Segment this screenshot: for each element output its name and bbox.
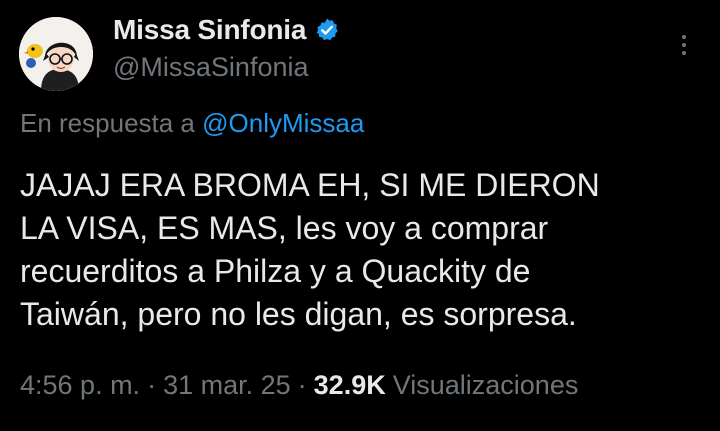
tweet-text-line: recuerditos a Philza y a Quackity de: [20, 253, 531, 289]
tweet-text-line: LA VISA, ES MAS, les voy a comprar: [20, 210, 549, 246]
tweet-text-line: Taiwán, pero no les digan, es sorpresa.: [20, 296, 577, 332]
tweet-time-link[interactable]: 4:56 p. m.: [20, 370, 140, 401]
reply-context: En respuesta a @OnlyMissaa: [20, 108, 364, 139]
more-dot: [682, 35, 686, 39]
tweet-text: JAJAJ ERA BROMA EH, SI ME DIERON LA VISA…: [20, 164, 710, 336]
avatar-image: [19, 17, 93, 91]
more-dot: [682, 51, 686, 55]
meta-separator: ·: [147, 370, 157, 400]
reply-prefix: En respuesta a: [20, 108, 195, 138]
author-name-row[interactable]: Missa Sinfonia: [113, 12, 340, 48]
display-name[interactable]: Missa Sinfonia: [113, 14, 306, 46]
more-options-icon[interactable]: [672, 30, 696, 60]
views-label[interactable]: Visualizaciones: [393, 370, 579, 401]
tweet-date-link[interactable]: 31 mar. 25: [163, 370, 291, 401]
tweet-text-line: JAJAJ ERA BROMA EH, SI ME DIERON: [20, 167, 600, 203]
author-handle[interactable]: @MissaSinfonia: [113, 52, 309, 83]
more-dot: [682, 43, 686, 47]
tweet-detail: Missa Sinfonia @MissaSinfonia En respues…: [0, 0, 720, 431]
reply-mention-link[interactable]: @OnlyMissaa: [202, 108, 364, 138]
views-count[interactable]: 32.9K: [314, 370, 386, 401]
tweet-meta: 4:56 p. m. · 31 mar. 25 · 32.9K Visualiz…: [20, 370, 578, 401]
verified-badge-icon[interactable]: [314, 17, 340, 43]
avatar[interactable]: [19, 17, 93, 91]
meta-separator: ·: [297, 370, 307, 400]
